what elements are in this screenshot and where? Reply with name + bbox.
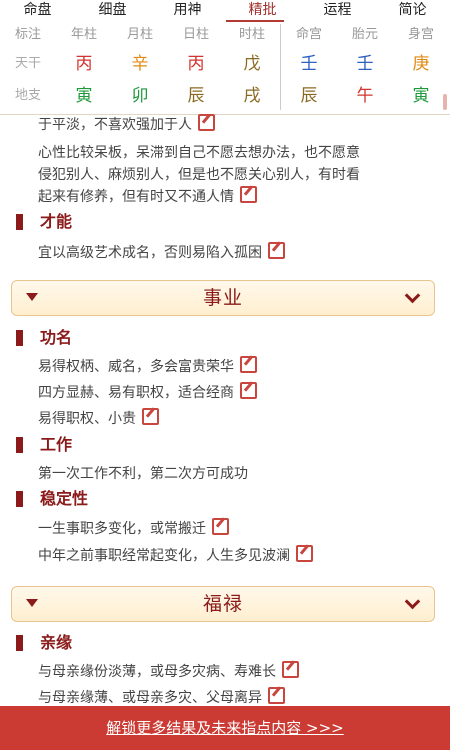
list-item: 心性比较呆板，呆滞到自己不愿去想办法，也不愿意 [38,145,360,161]
list-item: 起来有修养，但有时又不通人情 [38,186,438,208]
tab-xipan[interactable]: 细盘 [75,0,150,22]
dizhi-shengong: 寅 [412,86,430,106]
dizhi-minggong: 辰 [300,86,318,106]
edit-icon[interactable] [240,356,257,373]
career-section-banner[interactable]: 事业 [11,280,435,316]
bazi-grid: 标注 年柱 月柱 日柱 时柱 命宫 胎元 身宫 天干 丙 辛 丙 戊 壬 壬 庚… [0,22,450,115]
list-item: 四方显赫、易有职权，适合经商 [38,382,438,404]
dizhi-hour: 戌 [243,86,261,106]
section-marker [16,330,23,346]
dizhi-year: 寅 [75,86,93,106]
edit-icon[interactable] [282,661,299,678]
grid-header-taiyuan: 胎元 [351,27,378,42]
scroll-indicator [443,94,447,110]
tab-yongshen[interactable]: 用神 [150,0,225,22]
section-marker [16,491,23,507]
list-item: 易得权柄、威名，多会富贵荣华 [38,356,438,378]
list-item: 中年之前事职经常起变化，人生多见波澜 [38,545,438,567]
edit-icon[interactable] [212,518,229,535]
grid-header-hour: 时柱 [238,27,265,42]
section-marker [16,214,23,230]
list-item: 与母亲缘薄、或母亲多灾、父母离异 [38,687,438,706]
list-item: 于平淡，不喜欢强加于人 [38,114,438,136]
tiangan-minggong: 壬 [300,54,318,74]
reading-content[interactable]: 于平淡，不喜欢强加于人 心性比较呆板，呆滞到自己不愿去想办法，也不愿意 侵犯别人… [0,114,450,706]
fortune-section-banner[interactable]: 福禄 [11,586,435,622]
list-item: 侵犯别人、麻烦别人，但是也不愿关心别人，有时看 [38,167,360,183]
tab-mingpan[interactable]: 命盘 [0,0,75,22]
grid-header-minggong: 命宫 [295,27,322,42]
section-marker [16,635,23,651]
edit-icon[interactable] [240,186,257,203]
tiangan-day: 丙 [187,54,205,74]
grid-header-year: 年柱 [70,27,97,42]
tab-jianlun[interactable]: 简论 [375,0,450,22]
edit-icon[interactable] [240,382,257,399]
tiangan-taiyuan: 壬 [356,54,374,74]
row-label-dizhi: 地支 [14,88,41,103]
list-item: 宜以高级艺术成名，否则易陷入孤困 [38,242,438,264]
grid-header-shengong: 身宫 [407,27,434,42]
tiangan-month: 辛 [131,54,149,74]
unlock-more-link[interactable]: 解锁更多结果及未来指点内容 >>> [0,706,450,750]
dizhi-taiyuan: 午 [356,86,374,106]
section-marker [16,437,23,453]
list-item: 与母亲缘份淡薄，或母多灾病、寿难长 [38,661,438,683]
edit-icon[interactable] [198,114,215,131]
dizhi-day: 辰 [187,86,205,106]
tab-yuncheng[interactable]: 运程 [300,0,375,22]
row-label-tiangan: 天干 [14,56,41,71]
grid-header-month: 月柱 [126,27,153,42]
tiangan-shengong: 庚 [412,54,430,74]
edit-icon[interactable] [268,687,285,704]
top-tab-bar: 命盘 细盘 用神 精批 运程 简论 [0,0,450,22]
edit-icon[interactable] [142,408,159,425]
list-item: 一生事职多变化，或常搬迁 [38,518,438,540]
tab-jingpi[interactable]: 精批 [225,0,300,22]
tiangan-year: 丙 [75,54,93,74]
unlock-bar: 解锁更多结果及未来指点内容 >>> [0,706,450,750]
edit-icon[interactable] [268,242,285,259]
edit-icon[interactable] [296,545,313,562]
tiangan-hour: 戊 [243,54,261,74]
grid-divider [280,24,281,110]
list-item: 第一次工作不利，第二次方可成功 [38,466,248,482]
grid-header-day: 日柱 [182,27,209,42]
list-item: 易得职权、小贵 [38,408,438,430]
grid-header-label: 标注 [14,27,41,42]
dizhi-month: 卯 [131,86,149,106]
